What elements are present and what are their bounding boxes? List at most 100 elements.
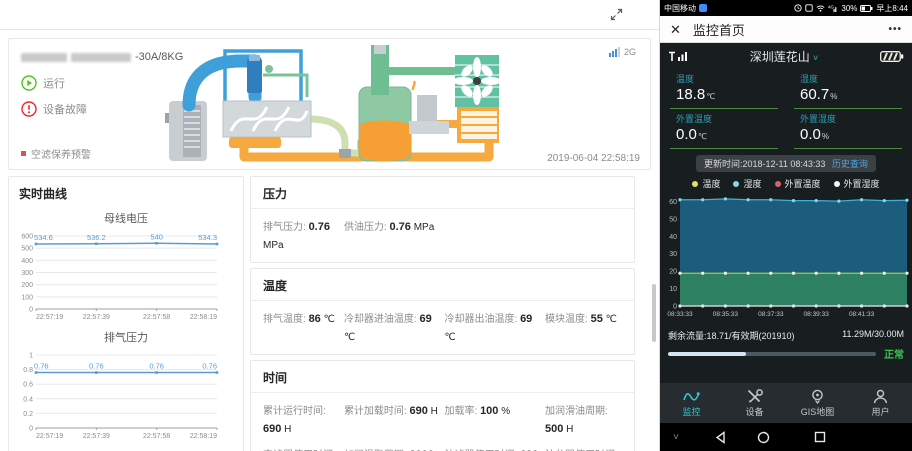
curves-card-title: 实时曲线 <box>9 177 243 208</box>
metric-unit: ℃ <box>698 132 707 141</box>
fault-status: 设备故障 <box>21 101 87 117</box>
legend-item[interactable]: 外置湿度 <box>834 177 880 190</box>
legend-dot-icon <box>775 181 781 187</box>
screen: -30A/8KG 运行 设备故障 <box>0 0 912 451</box>
network-label: 2G <box>624 47 636 57</box>
svg-text:22:57:39: 22:57:39 <box>83 433 110 440</box>
svg-text:500: 500 <box>21 246 33 253</box>
data-sections: 压力排气压力: 0.76 MPa供油压力: 0.76 MPa温度排气温度: 86… <box>250 176 635 451</box>
legend-label: 温度 <box>702 177 720 190</box>
site-selector[interactable]: 深圳莲花山 ˅ <box>688 48 880 65</box>
nav-item-gis-map[interactable]: GIS地图 <box>786 389 849 418</box>
redacted-text <box>21 53 67 62</box>
update-time-label: 更新时间:2018-12-11 08:43:33 <box>704 159 825 169</box>
bottom-nav: 监控 设备 GIS地图 <box>660 383 912 423</box>
run-status: 运行 <box>21 75 65 91</box>
section-card: 时间累计运行时间: 690 H累计加载时间: 690 H加载率: 100 %加润… <box>250 360 635 451</box>
metric-label: 温度 <box>676 72 778 85</box>
hide-nav-chevron-icon[interactable]: ˅ <box>668 423 684 451</box>
svg-text:0.76: 0.76 <box>89 362 104 371</box>
svg-text:536.2: 536.2 <box>87 233 106 242</box>
legend-dot-icon <box>834 181 840 187</box>
nav-label: GIS地图 <box>801 405 835 418</box>
nav-label: 用户 <box>871 405 889 418</box>
metric-grid: 温度 18.8℃ 湿度 60.7% 外置温度 0.0℃ 外置湿度 0.0% <box>660 67 912 149</box>
fullscreen-icon[interactable] <box>610 8 623 21</box>
alert-icon <box>21 101 37 117</box>
warning-bullet-icon <box>21 151 26 156</box>
svg-text:22:57:19: 22:57:19 <box>36 433 63 440</box>
section-card: 温度排气温度: 86 ℃冷却器进油温度: 69 ℃冷却器出油温度: 69 ℃模块… <box>250 268 635 355</box>
data-field: 加载率: 100 % <box>445 401 542 437</box>
nav-item-monitor[interactable]: 监控 <box>660 389 723 418</box>
svg-text:0.6: 0.6 <box>23 382 33 389</box>
map-pin-icon <box>810 389 825 404</box>
data-field: 油分器使用时间: 690 H <box>545 445 622 451</box>
metric-value: 0.0 <box>676 126 697 143</box>
section-grid: 排气温度: 86 ℃冷却器进油温度: 69 ℃冷却器出油温度: 69 ℃模块温度… <box>251 301 634 354</box>
compressor-schematic-icon <box>159 45 499 165</box>
app-notification-icon <box>805 4 813 12</box>
data-field: 排气温度: 86 ℃ <box>263 309 340 345</box>
svg-text:100: 100 <box>21 294 33 301</box>
svg-text:08:41:33: 08:41:33 <box>849 311 875 318</box>
nav-item-devices[interactable]: 设备 <box>723 389 786 418</box>
metric-value: 60.7 <box>800 86 829 103</box>
device-timestamp: 2019-06-04 22:58:19 <box>547 153 640 164</box>
bus-voltage-chart: 010020030040050060022:57:1922:57:3922:57… <box>9 226 229 322</box>
data-field: 空滤器使用时间: 690 H <box>263 445 340 451</box>
nav-item-user[interactable]: 用户 <box>849 389 912 418</box>
legend-item[interactable]: 温度 <box>692 177 720 190</box>
metric-unit: % <box>822 132 829 141</box>
legend-dot-icon <box>692 181 698 187</box>
svg-text:22:57:39: 22:57:39 <box>83 314 110 321</box>
svg-text:30: 30 <box>669 251 677 258</box>
legend-label: 外置湿度 <box>844 177 880 190</box>
user-icon <box>873 389 888 404</box>
overflow-menu-icon[interactable]: ••• <box>888 24 902 35</box>
metric-humidity: 湿度 60.7% <box>794 69 902 109</box>
svg-text:22:57:19: 22:57:19 <box>36 314 63 321</box>
quota-section: 剩余流量:18.71/有效期(201910) 11.29M/30.00M 正常 <box>660 324 912 364</box>
data-field: 油滤器使用时间: 690 H <box>445 445 542 451</box>
data-field: 供油压力: 0.76 MPa <box>344 217 441 253</box>
metric-value: 18.8 <box>676 86 705 103</box>
android-recents-button[interactable] <box>810 423 830 451</box>
section-grid: 累计运行时间: 690 H累计加载时间: 690 H加载率: 100 %加润滑油… <box>251 393 634 451</box>
data-field: 模块温度: 55 ℃ <box>545 309 622 345</box>
svg-text:0: 0 <box>673 304 677 311</box>
battery-icon <box>860 5 873 12</box>
legend-label: 湿度 <box>743 177 761 190</box>
env-monitor-chart: 010203040506008:33:3308:35:3308:37:3308:… <box>660 193 912 319</box>
section-title: 温度 <box>251 269 634 301</box>
metric-unit: ℃ <box>706 92 715 101</box>
compressor-diagram <box>159 45 499 170</box>
svg-text:0: 0 <box>29 307 33 314</box>
svg-text:0.76: 0.76 <box>34 362 49 371</box>
network-badge: 2G <box>609 47 636 57</box>
alarm-clock-icon <box>794 4 802 12</box>
data-field: 冷却器进油温度: 69 ℃ <box>344 309 441 345</box>
nav-label: 监控 <box>682 405 700 418</box>
play-icon <box>21 75 37 91</box>
history-query-link[interactable]: 历史查询 <box>832 159 868 169</box>
svg-text:08:37:33: 08:37:33 <box>758 311 784 318</box>
tools-icon <box>747 389 763 404</box>
close-icon[interactable]: ✕ <box>670 23 681 36</box>
mobile-panel: 中国移动 4G 30 <box>660 0 912 451</box>
scrollbar-thumb[interactable] <box>652 284 656 342</box>
svg-text:22:57:58: 22:57:58 <box>143 314 170 321</box>
site-name-label: 深圳莲花山 <box>750 50 810 64</box>
svg-text:08:39:33: 08:39:33 <box>804 311 830 318</box>
chart-title-bus-voltage: 母线电压 <box>9 210 243 226</box>
quota-progress-bar <box>668 352 876 356</box>
svg-text:50: 50 <box>669 216 677 223</box>
metric-label: 湿度 <box>800 72 902 85</box>
android-home-button[interactable] <box>753 423 773 451</box>
legend-item[interactable]: 湿度 <box>733 177 761 190</box>
status-time-label: 早上8:44 <box>876 3 908 14</box>
android-back-button[interactable] <box>710 423 730 451</box>
svg-text:200: 200 <box>21 282 33 289</box>
maintenance-warning: 空滤保养预警 <box>21 146 91 161</box>
legend-item[interactable]: 外置温度 <box>775 177 821 190</box>
